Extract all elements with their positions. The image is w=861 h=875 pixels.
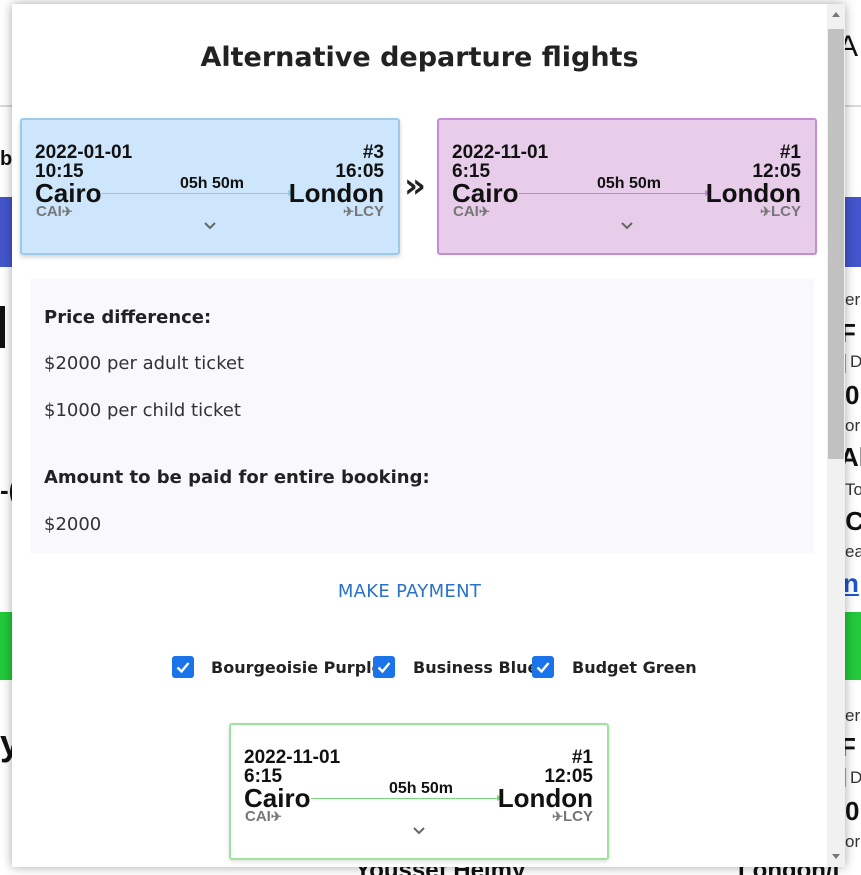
route-arrow — [102, 190, 294, 196]
background-fragment: or — [845, 832, 861, 851]
scrollbar-thumb[interactable] — [828, 29, 844, 459]
current-flight-card[interactable]: 2022-01-01 10:15 #3 16:05 Cairo 05h 50m … — [20, 118, 400, 255]
budget-green-label: Budget Green — [572, 658, 697, 677]
background-fragment: D — [850, 768, 861, 787]
check-icon — [176, 662, 190, 674]
landing-icon: ✈ — [343, 204, 354, 219]
origin-code-text: CAI — [245, 808, 271, 825]
destination-code-text: LCY — [354, 203, 384, 220]
destination-code: ✈LCY — [552, 808, 593, 825]
modal-title: Alternative departure flights — [200, 42, 639, 73]
background-fragment: er — [845, 706, 861, 725]
selected-flight-card[interactable]: 2022-11-01 6:15 #1 12:05 Cairo 05h 50m L… — [437, 118, 817, 255]
destination-code: ✈LCY — [760, 203, 801, 220]
route-arrow — [519, 190, 711, 196]
scroll-up-icon[interactable] — [832, 12, 840, 17]
route-arrow — [311, 795, 503, 801]
budget-green-checkbox[interactable] — [532, 656, 554, 678]
origin-code: CAI✈ — [36, 203, 73, 220]
chevron-down-icon[interactable] — [411, 823, 427, 839]
background-fragment: b — [0, 148, 13, 170]
origin-code-text: CAI — [36, 203, 62, 220]
bourgeoisie-purple-checkbox[interactable] — [172, 656, 194, 678]
origin-code: CAI✈ — [245, 808, 282, 825]
business-blue-checkbox[interactable] — [373, 656, 395, 678]
background-link-fragment[interactable]: n — [843, 568, 859, 599]
double-chevron-right-icon: » — [404, 166, 426, 206]
background-fragment: D — [850, 352, 861, 371]
price-difference-label: Price difference: — [44, 307, 212, 328]
background-fragment-bar — [0, 306, 5, 348]
destination-code-text: LCY — [563, 808, 593, 825]
background-fragment: 0 — [845, 380, 860, 410]
landing-icon: ✈ — [552, 809, 563, 824]
adult-price: $2000 per adult ticket — [44, 353, 245, 374]
bourgeoisie-purple-label: Bourgeoisie Purple — [211, 658, 383, 677]
price-panel: Price difference: $2000 per adult ticket… — [30, 279, 814, 553]
takeoff-icon: ✈ — [61, 204, 73, 219]
check-icon — [377, 662, 391, 674]
background-fragment: or — [845, 416, 861, 435]
total-amount-label: Amount to be paid for entire booking: — [44, 467, 430, 488]
chevron-down-icon[interactable] — [202, 218, 218, 234]
make-payment-button[interactable]: MAKE PAYMENT — [12, 581, 807, 602]
landing-icon: ✈ — [760, 204, 771, 219]
origin-code-text: CAI — [453, 203, 479, 220]
background-fragment: 0 — [845, 796, 860, 826]
takeoff-icon: ✈ — [478, 204, 490, 219]
business-blue-label: Business Blue — [413, 658, 539, 677]
destination-code: ✈LCY — [343, 203, 384, 220]
child-price: $1000 per child ticket — [44, 400, 241, 421]
origin-code: CAI✈ — [453, 203, 490, 220]
modal-content: Alternative departure flights 2022-01-01… — [12, 4, 827, 867]
takeoff-icon: ✈ — [270, 809, 282, 824]
chevron-down-icon[interactable] — [619, 218, 635, 234]
alternative-flight-card[interactable]: 2022-11-01 6:15 #1 12:05 Cairo 05h 50m L… — [229, 723, 609, 860]
modal-scrollbar[interactable] — [827, 4, 845, 867]
background-fragment: To — [845, 480, 861, 499]
alternative-flights-modal: Alternative departure flights 2022-01-01… — [12, 4, 845, 867]
check-icon — [536, 662, 550, 674]
background-fragment: ea — [845, 542, 861, 561]
scroll-down-icon[interactable] — [832, 854, 840, 859]
total-amount: $2000 — [44, 514, 102, 535]
background-fragment: er — [845, 290, 861, 309]
destination-code-text: LCY — [771, 203, 801, 220]
